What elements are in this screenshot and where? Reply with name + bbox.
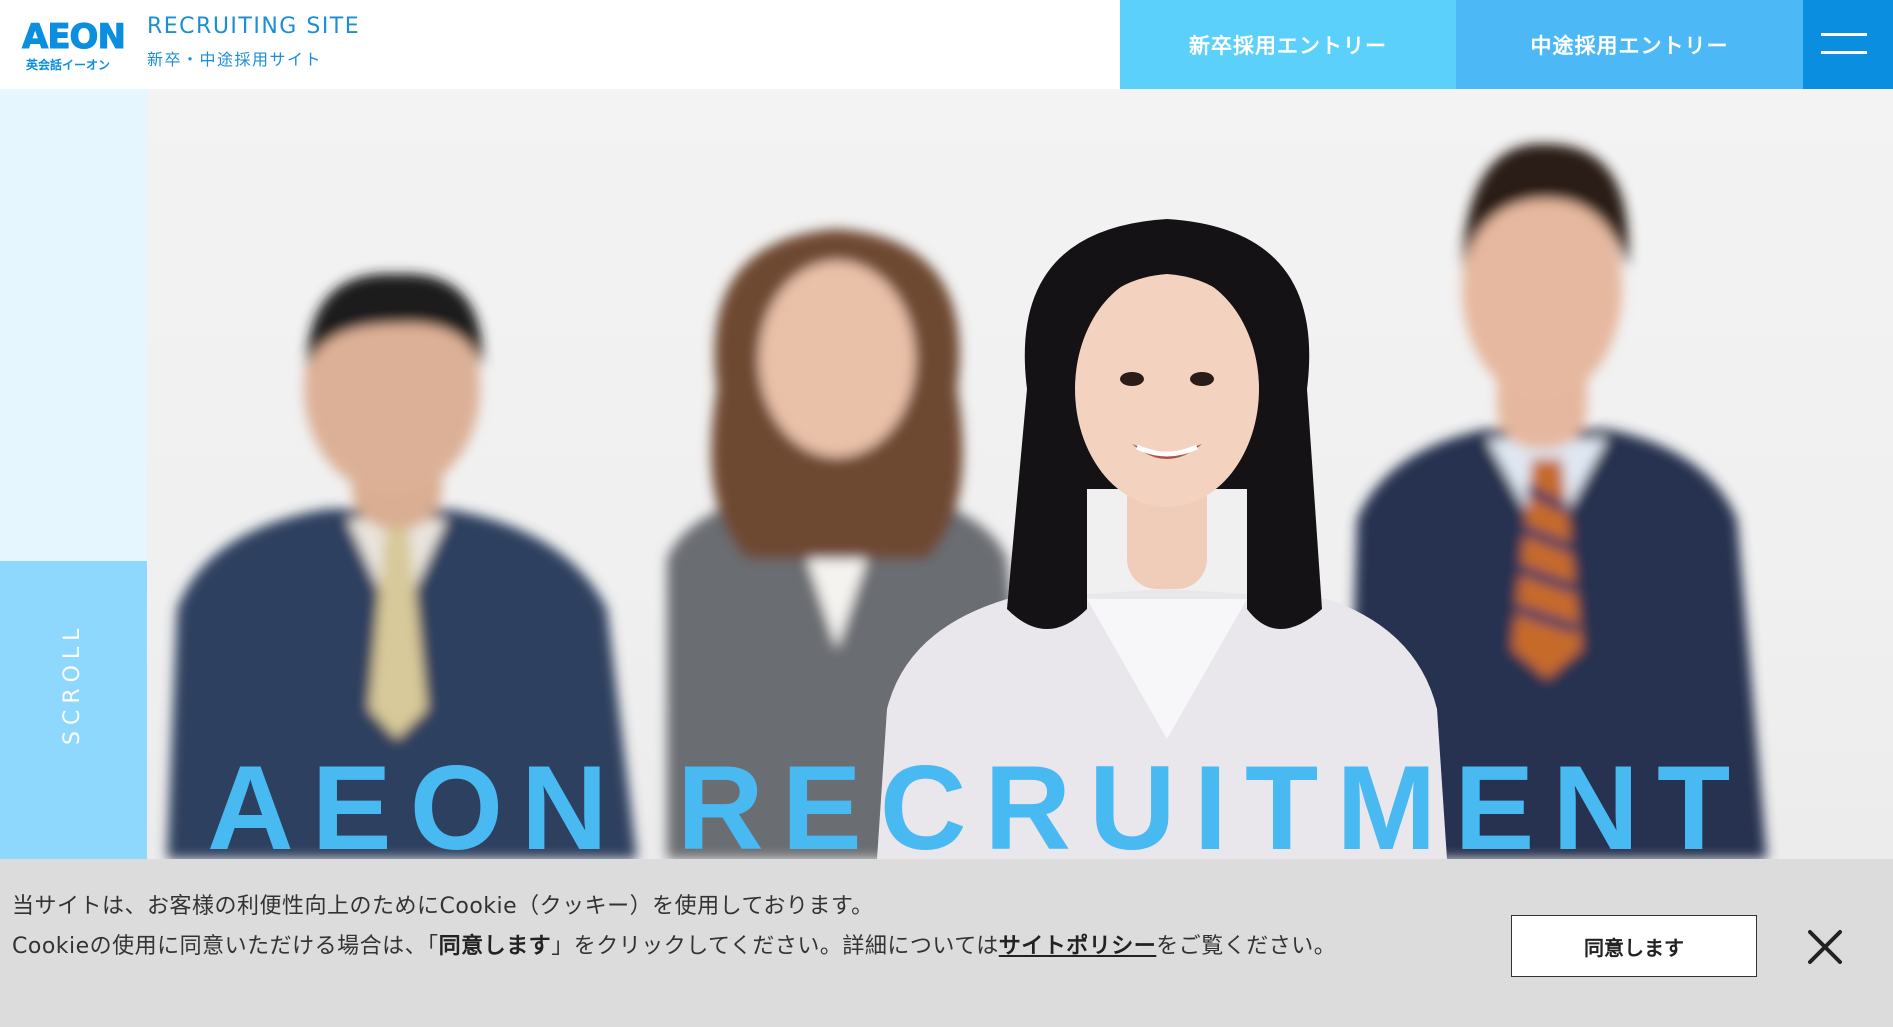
hero-photo: AEON RECRUITMENT (147, 89, 1893, 859)
cookie-line-2-pre: Cookieの使用に同意いただける場合は、「 (12, 934, 439, 959)
site-subtitle: 新卒・中途採用サイト (147, 50, 323, 69)
hero-heading-letters: AEON RECRUITMENT (207, 741, 1748, 859)
close-button[interactable] (1805, 927, 1845, 967)
close-icon (1808, 930, 1842, 964)
agree-button[interactable]: 同意します (1511, 915, 1757, 977)
logo-subtext: 英会話イーオン (26, 58, 111, 72)
left-stripe-light (0, 89, 147, 561)
cookie-banner: 当サイトは、お客様の利便性向上のためにCookie（クッキー）を使用しております… (0, 859, 1893, 1027)
staff-group-photo: AEON RECRUITMENT (167, 143, 1767, 859)
svg-text:AEON RECRUITMENT: AEON RECRUITMENT (207, 741, 1748, 859)
mid-career-entry-button[interactable]: 中途採用エントリー (1456, 0, 1803, 89)
cookie-message: 当サイトは、お客様の利便性向上のためにCookie（クッキー）を使用しております… (12, 887, 1452, 967)
site-title: RECRUITING SITE (147, 14, 361, 39)
cookie-line-2-mid: 」をクリックしてください。詳細については (551, 934, 999, 959)
scroll-indicator: SCROLL (60, 622, 85, 745)
site-header: AEON 英会話イーオン RECRUITING SITE 新卒・中途採用サイト … (0, 0, 1893, 89)
cookie-line-2-bold: 同意します (438, 934, 552, 959)
logo-text: AEON (22, 17, 127, 57)
cookie-line-1: 当サイトは、お客様の利便性向上のためにCookie（クッキー）を使用しております… (12, 894, 874, 919)
site-policy-link[interactable]: サイトポリシー (999, 934, 1157, 959)
menu-button[interactable] (1803, 0, 1893, 89)
new-grad-entry-button[interactable]: 新卒採用エントリー (1120, 0, 1456, 89)
cookie-line-2-post: をご覧ください。 (1156, 934, 1337, 959)
aeon-logo[interactable]: AEON 英会話イーオン (22, 17, 127, 73)
